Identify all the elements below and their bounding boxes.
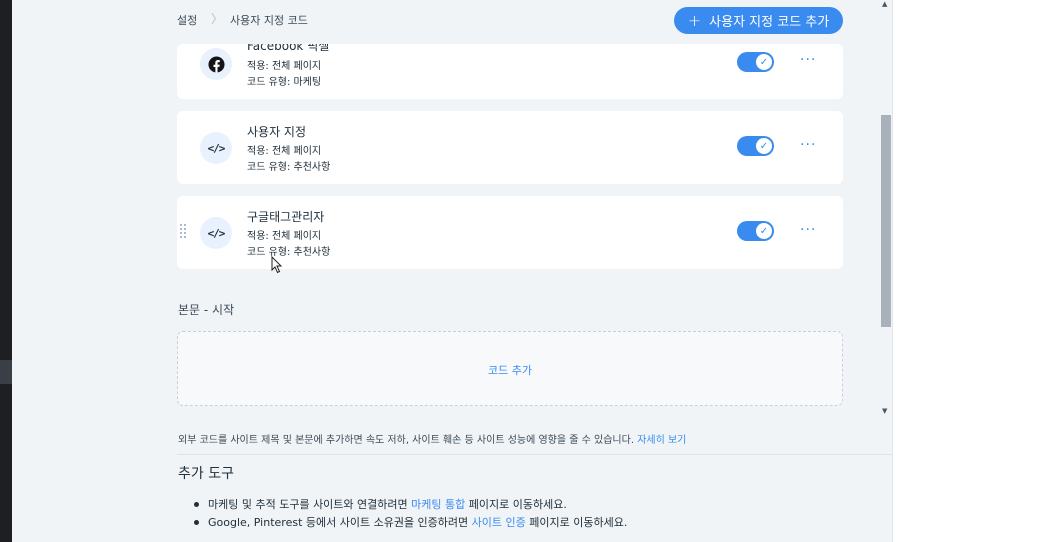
learn-more-link[interactable]: 자세히 보기 xyxy=(637,435,686,446)
list-item-text: 페이지로 이동하세요. xyxy=(525,516,628,529)
left-panel-edge xyxy=(0,0,12,542)
check-icon: ✓ xyxy=(756,138,772,154)
more-options-icon[interactable]: ··· xyxy=(800,52,816,68)
add-code-link[interactable]: 코드 추가 xyxy=(178,362,842,378)
scroll-up-icon[interactable]: ▲ xyxy=(882,0,887,8)
list-item-text: Google, Pinterest 등에서 사이트 소유권을 인증하려면 xyxy=(208,516,472,529)
drag-handle-icon[interactable] xyxy=(180,224,188,240)
divider xyxy=(177,454,892,455)
add-custom-code-label: 사용자 지정 코드 추가 xyxy=(709,15,830,30)
scrollbar[interactable]: ▲ ▼ xyxy=(880,0,892,415)
card-code-type: 코드 유형: 추천사항 xyxy=(247,162,331,173)
breadcrumb-current: 사용자 지정 코드 xyxy=(230,14,308,27)
card-title: 사용자 지정 xyxy=(247,125,307,139)
notice-text: 외부 코드를 사이트 제목 및 본문에 추가하면 속도 저하, 사이트 훼손 등… xyxy=(178,435,634,446)
enable-toggle[interactable]: ✓ xyxy=(737,136,774,156)
marketing-integration-link[interactable]: 마케팅 통합 xyxy=(411,498,465,511)
additional-tools-list: 마케팅 및 추적 도구를 사이트와 연결하려면 마케팅 통합 페이지로 이동하세… xyxy=(194,496,627,532)
list-item-text: 마케팅 및 추적 도구를 사이트와 연결하려면 xyxy=(208,498,412,511)
section-label-body-start: 본문 - 시작 xyxy=(178,303,235,317)
scroll-down-icon[interactable]: ▼ xyxy=(882,407,887,415)
card-apply-scope: 적용: 전체 페이지 xyxy=(247,231,322,242)
breadcrumb-root[interactable]: 설정 xyxy=(177,12,197,28)
mouse-cursor-icon xyxy=(271,256,283,274)
left-panel-marker xyxy=(0,360,12,384)
add-custom-code-button[interactable]: + 사용자 지정 코드 추가 xyxy=(674,7,843,34)
top-bar: 설정 〉 사용자 지정 코드 + 사용자 지정 코드 추가 xyxy=(177,0,843,44)
list-item: 마케팅 및 추적 도구를 사이트와 연결하려면 마케팅 통합 페이지로 이동하세… xyxy=(194,496,627,514)
performance-notice: 외부 코드를 사이트 제목 및 본문에 추가하면 속도 저하, 사이트 훼손 등… xyxy=(178,431,686,446)
breadcrumb-separator-icon: 〉 xyxy=(211,12,224,26)
card-apply-scope: 적용: 전체 페이지 xyxy=(247,61,322,72)
additional-tools-title: 추가 도구 xyxy=(178,466,234,482)
site-verification-link[interactable]: 사이트 인증 xyxy=(472,516,526,529)
enable-toggle[interactable]: ✓ xyxy=(737,221,774,241)
right-pane xyxy=(892,0,1037,542)
list-item: Google, Pinterest 등에서 사이트 소유권을 인증하려면 사이트… xyxy=(194,514,627,532)
code-icon: </> xyxy=(200,217,232,249)
check-icon: ✓ xyxy=(756,223,772,239)
code-icon: </> xyxy=(200,132,232,164)
card-title: 구글태그관리자 xyxy=(247,210,325,224)
code-card-facebook-pixel[interactable]: Facebook 픽셀 적용: 전체 페이지 코드 유형: 마케팅 ✓ ··· xyxy=(177,44,843,99)
card-code-type: 코드 유형: 추천사항 xyxy=(247,247,331,258)
scrollbar-thumb[interactable] xyxy=(881,115,891,327)
more-options-icon[interactable]: ··· xyxy=(800,222,816,238)
plus-icon: + xyxy=(687,10,702,30)
facebook-icon xyxy=(200,48,232,80)
card-code-type: 코드 유형: 마케팅 xyxy=(247,77,322,88)
more-options-icon[interactable]: ··· xyxy=(800,137,816,153)
card-apply-scope: 적용: 전체 페이지 xyxy=(247,146,322,157)
list-item-text: 페이지로 이동하세요. xyxy=(465,498,567,511)
add-code-dropzone[interactable]: 코드 추가 xyxy=(177,331,843,406)
check-icon: ✓ xyxy=(756,54,772,70)
enable-toggle[interactable]: ✓ xyxy=(737,52,774,72)
code-card-custom[interactable]: </> 사용자 지정 적용: 전체 페이지 코드 유형: 추천사항 ✓ ··· xyxy=(177,111,843,184)
card-title: Facebook 픽셀 xyxy=(247,44,330,53)
right-pane-border xyxy=(892,0,893,542)
